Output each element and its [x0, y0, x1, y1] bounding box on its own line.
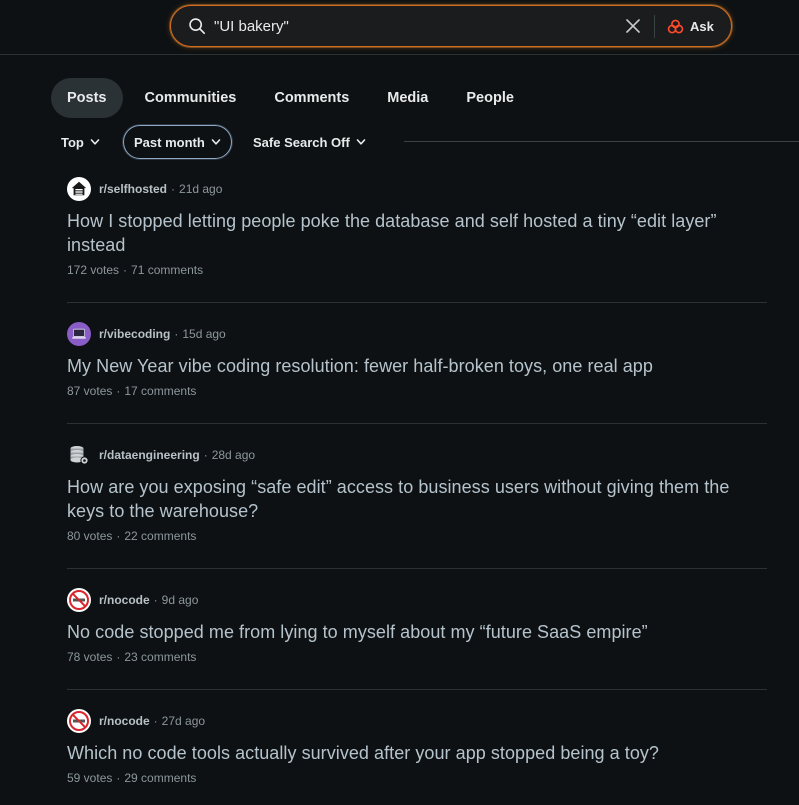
post-age: 21d ago [179, 182, 223, 196]
sort-label: Top [61, 134, 84, 150]
house-icon[interactable] [67, 177, 91, 201]
comment-count: 23 comments [124, 650, 197, 664]
post-result[interactable]: r/nocode · 27d ago Which no code tools a… [67, 709, 767, 785]
search-bar[interactable]: Ask [170, 5, 732, 47]
post-result[interactable]: r/dataengineering · 28d ago How are you … [67, 443, 767, 543]
tab-comments[interactable]: Comments [258, 78, 365, 118]
ask-icon [667, 19, 684, 33]
tab-label: Communities [144, 90, 237, 106]
separator: · [116, 771, 121, 785]
no-code-icon[interactable] [67, 709, 91, 733]
separator: · [203, 448, 208, 462]
tab-communities[interactable]: Communities [129, 78, 253, 118]
post-stats: 80 votes · 22 comments [67, 529, 767, 543]
post-result[interactable]: r/vibecoding · 15d ago My New Year vibe … [67, 322, 767, 398]
subreddit-link[interactable]: r/vibecoding [99, 327, 170, 341]
top-bar: Ask [0, 0, 799, 55]
vote-count: 87 votes [67, 384, 113, 398]
separator: · [153, 593, 158, 607]
post-age: 15d ago [182, 327, 226, 341]
post-meta: r/selfhosted · 21d ago [67, 177, 767, 201]
separator: · [123, 263, 128, 277]
post-title[interactable]: My New Year vibe coding resolution: fewe… [67, 354, 767, 378]
search-tabs: Posts Communities Comments Media People [51, 78, 536, 118]
close-icon[interactable] [625, 18, 641, 34]
sort-dropdown[interactable]: Top [61, 125, 100, 159]
search-input[interactable] [214, 14, 614, 38]
post-result[interactable]: r/nocode · 9d ago No code stopped me fro… [67, 588, 767, 664]
ask-label: Ask [690, 18, 714, 34]
filter-divider [404, 141, 799, 142]
post-stats: 59 votes · 29 comments [67, 771, 767, 785]
comment-count: 29 comments [124, 771, 197, 785]
post-age: 28d ago [211, 448, 256, 462]
tab-media[interactable]: Media [371, 78, 444, 118]
search-icon [189, 18, 206, 35]
separator: · [116, 384, 121, 398]
post-age: 9d ago [161, 593, 199, 607]
post-title[interactable]: How are you exposing “safe edit” access … [67, 475, 767, 523]
comment-count: 22 comments [124, 529, 197, 543]
chevron-down-icon [90, 139, 100, 145]
post-divider [67, 302, 767, 303]
tab-label: Comments [274, 90, 350, 106]
post-divider [67, 568, 767, 569]
vote-count: 80 votes [67, 529, 113, 543]
tab-label: Media [387, 90, 429, 106]
subreddit-link[interactable]: r/dataengineering [99, 448, 200, 462]
separator: · [153, 714, 158, 728]
chevron-down-icon [356, 139, 366, 145]
time-dropdown[interactable]: Past month [123, 125, 232, 159]
separator: · [171, 182, 176, 196]
post-divider [67, 689, 767, 690]
time-label: Past month [134, 134, 205, 150]
safe-search-label: Safe Search Off [253, 134, 350, 150]
comment-count: 17 comments [124, 384, 197, 398]
ask-button[interactable]: Ask [667, 14, 714, 38]
vote-count: 78 votes [67, 650, 113, 664]
vote-count: 172 votes [67, 263, 120, 277]
separator: · [116, 529, 121, 543]
post-title[interactable]: Which no code tools actually survived af… [67, 741, 767, 765]
post-stats: 87 votes · 17 comments [67, 384, 767, 398]
subreddit-link[interactable]: r/nocode [99, 593, 150, 607]
post-stats: 78 votes · 23 comments [67, 650, 767, 664]
post-meta: r/nocode · 27d ago [67, 709, 767, 733]
safe-search-dropdown[interactable]: Safe Search Off [253, 125, 366, 159]
laptop-icon[interactable] [67, 322, 91, 346]
post-divider [67, 423, 767, 424]
post-title[interactable]: How I stopped letting people poke the da… [67, 209, 767, 257]
tab-people[interactable]: People [450, 78, 530, 118]
comment-count: 71 comments [131, 263, 204, 277]
separator: · [116, 650, 121, 664]
post-meta: r/dataengineering · 28d ago [67, 443, 767, 467]
post-meta: r/nocode · 9d ago [67, 588, 767, 612]
vote-count: 59 votes [67, 771, 113, 785]
tab-posts[interactable]: Posts [51, 78, 123, 118]
post-age: 27d ago [161, 714, 206, 728]
tab-label: Posts [67, 90, 107, 106]
search-divider [654, 15, 655, 38]
chevron-down-icon [211, 139, 221, 145]
tab-label: People [466, 90, 514, 106]
post-result[interactable]: r/selfhosted · 21d ago How I stopped let… [67, 177, 767, 277]
post-stats: 172 votes · 71 comments [67, 263, 767, 277]
subreddit-link[interactable]: r/nocode [99, 714, 150, 728]
separator: · [174, 327, 179, 341]
post-meta: r/vibecoding · 15d ago [67, 322, 767, 346]
post-title[interactable]: No code stopped me from lying to myself … [67, 620, 767, 644]
subreddit-link[interactable]: r/selfhosted [99, 182, 167, 196]
no-code-icon[interactable] [67, 588, 91, 612]
database-gear-icon[interactable] [67, 443, 91, 467]
filter-bar: Top Past month Safe Search Off [51, 125, 799, 159]
